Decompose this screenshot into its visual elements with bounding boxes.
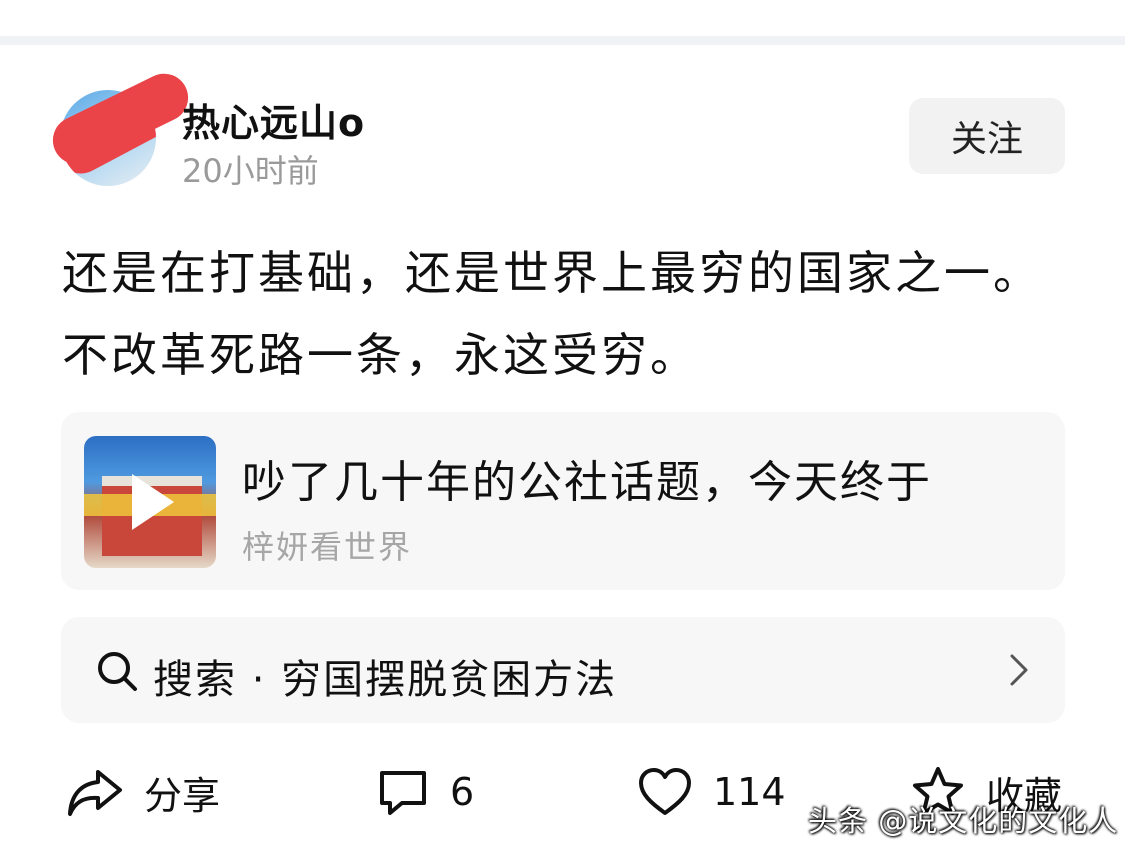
watermark: 头条 @说文化的文化人: [808, 804, 1119, 838]
linked-video-card[interactable]: 吵了几十年的公社话题，今天终于 梓妍看世界: [61, 412, 1065, 590]
post-text: 还是在打基础，还是世界上最穷的国家之一。不改革死路一条，永这受穷。: [62, 246, 1042, 382]
search-icon: [98, 652, 137, 691]
post-timestamp: 20小时前: [182, 152, 319, 190]
share-icon: [68, 770, 122, 816]
comment-icon: [380, 771, 426, 815]
like-count: 114: [713, 770, 786, 814]
share-label: 分享: [144, 773, 221, 818]
author-name[interactable]: 热心远山o: [182, 92, 365, 147]
follow-button[interactable]: 关注: [909, 98, 1065, 174]
search-suggestion-label: 搜索 · 穷国摆脱贫困方法: [153, 657, 618, 703]
comment-count: 6: [450, 770, 475, 814]
share-button[interactable]: 分享: [66, 762, 220, 822]
linked-video-source: 梓妍看世界: [242, 528, 413, 566]
top-strip: [0, 0, 1125, 36]
heart-icon: [639, 768, 691, 815]
section-divider: [0, 36, 1125, 45]
search-suggestion[interactable]: 搜索 · 穷国摆脱贫困方法: [61, 617, 1065, 723]
comment-button[interactable]: 6: [376, 762, 474, 822]
like-button[interactable]: 114: [637, 762, 786, 822]
video-thumbnail[interactable]: [84, 436, 216, 568]
play-icon[interactable]: [132, 474, 174, 530]
chevron-right-icon: [1010, 654, 1028, 686]
linked-video-title[interactable]: 吵了几十年的公社话题，今天终于: [242, 446, 932, 510]
